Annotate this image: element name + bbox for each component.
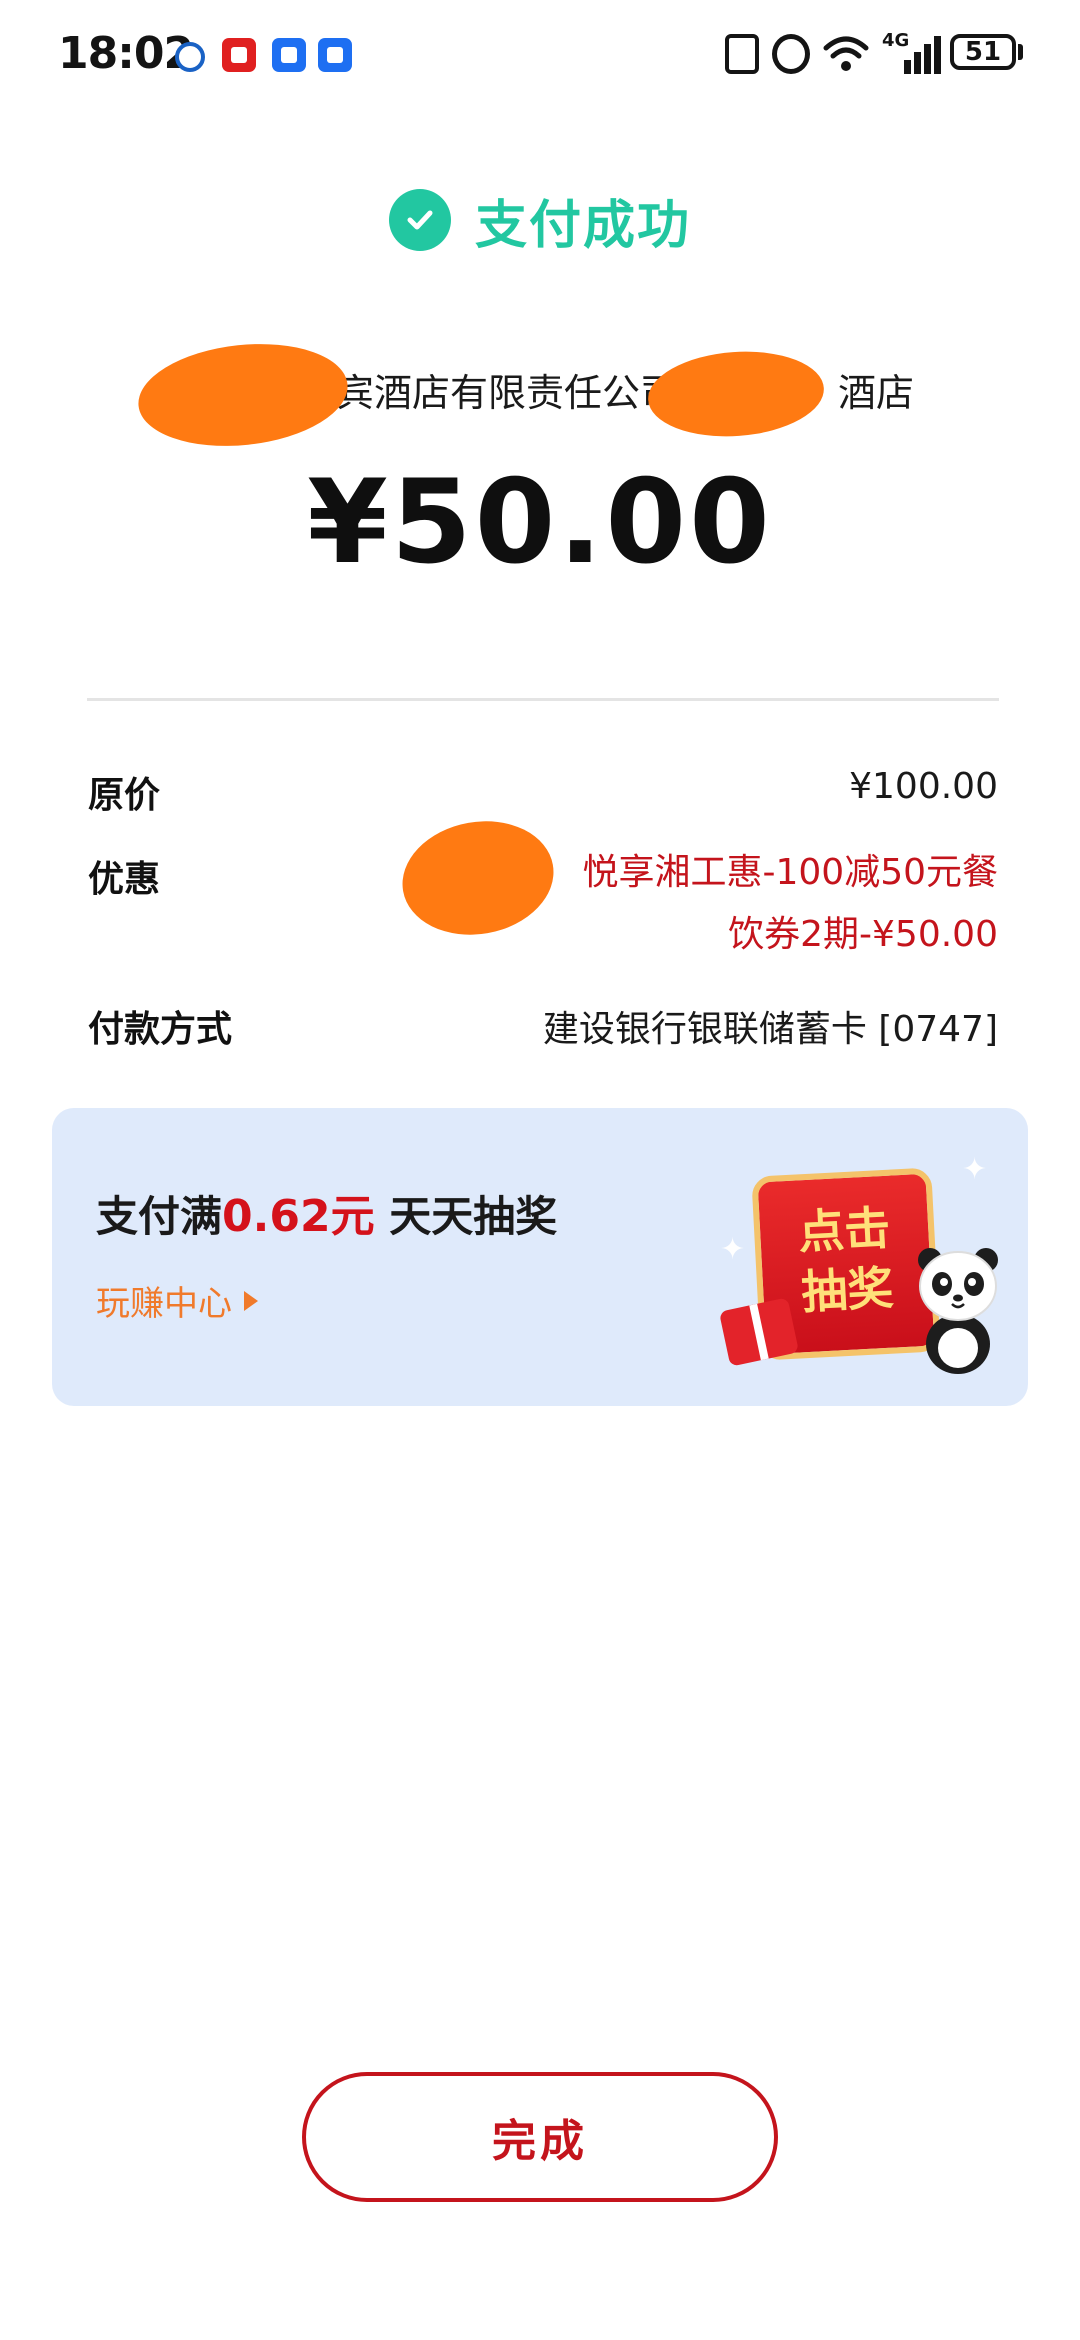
payment-amount: ¥50.00 <box>307 455 773 590</box>
payment-method-value: 建设银行银联储蓄卡 [0747] <box>542 1009 998 1050</box>
success-title: 支付成功 <box>474 195 691 256</box>
lottery-promo-card[interactable]: 支付满0.62元 天天抽奖 玩赚中心 ✦ ✦ 点击 抽奖 <box>52 1108 1028 1406</box>
promo-title: 支付满0.62元 天天抽奖 <box>96 1180 557 1244</box>
divider <box>87 698 999 701</box>
merchant-name-part1: 宾酒店有限责任公司 <box>335 371 678 415</box>
discount-value-line2: 饮券2期-¥50.00 <box>728 914 998 955</box>
success-check-icon <box>388 189 451 251</box>
original-price-label: 原价 <box>88 775 161 816</box>
news-app-icon <box>222 38 256 72</box>
nfc-icon <box>725 34 759 74</box>
redaction-mark-1 <box>133 334 353 456</box>
sparkle-icon: ✦ <box>720 1232 746 1267</box>
wifi-icon <box>822 34 870 74</box>
play-earn-center-link[interactable]: 玩赚中心 <box>96 1276 258 1325</box>
promo-link-label: 玩赚中心 <box>96 1284 232 1324</box>
promo-title-prefix: 支付满 <box>96 1192 223 1241</box>
arrow-right-icon <box>244 1290 258 1311</box>
panda-mascot-icon <box>914 1246 1002 1376</box>
battery-tip <box>1018 44 1023 60</box>
discount-value-line1: 悦享湘工惠-100减50元餐 <box>582 852 998 893</box>
payment-success-header: 支付成功 <box>0 180 1080 260</box>
signal-icon: 4G <box>882 30 942 74</box>
network-type: 4G <box>882 30 910 51</box>
battery-icon: 51 <box>950 34 1016 70</box>
promo-title-amount: 0.62元 <box>222 1191 375 1242</box>
merchant-name-part2: 酒店 <box>838 371 915 415</box>
promo-title-suffix: 天天抽奖 <box>374 1192 558 1241</box>
original-price-value: ¥100.00 <box>849 766 998 807</box>
discount-value: 悦享湘工惠-100减50元餐 饮券2期-¥50.00 <box>528 842 998 966</box>
lottery-button-line1: 点击 <box>796 1200 892 1260</box>
redaction-mark-2 <box>645 345 827 443</box>
status-time: 18:02 <box>58 28 194 79</box>
status-bar: 18:02 4G 51 <box>0 0 1080 110</box>
sparkle-icon: ✦ <box>962 1152 988 1187</box>
payment-method-label: 付款方式 <box>88 1009 233 1050</box>
bulb-app-icon <box>318 38 352 72</box>
done-button[interactable]: 完成 <box>302 2072 778 2202</box>
ccb-app-icon <box>175 42 205 72</box>
alarm-icon <box>772 34 810 74</box>
discount-label: 优惠 <box>88 859 161 900</box>
voice-app-icon <box>272 38 306 72</box>
